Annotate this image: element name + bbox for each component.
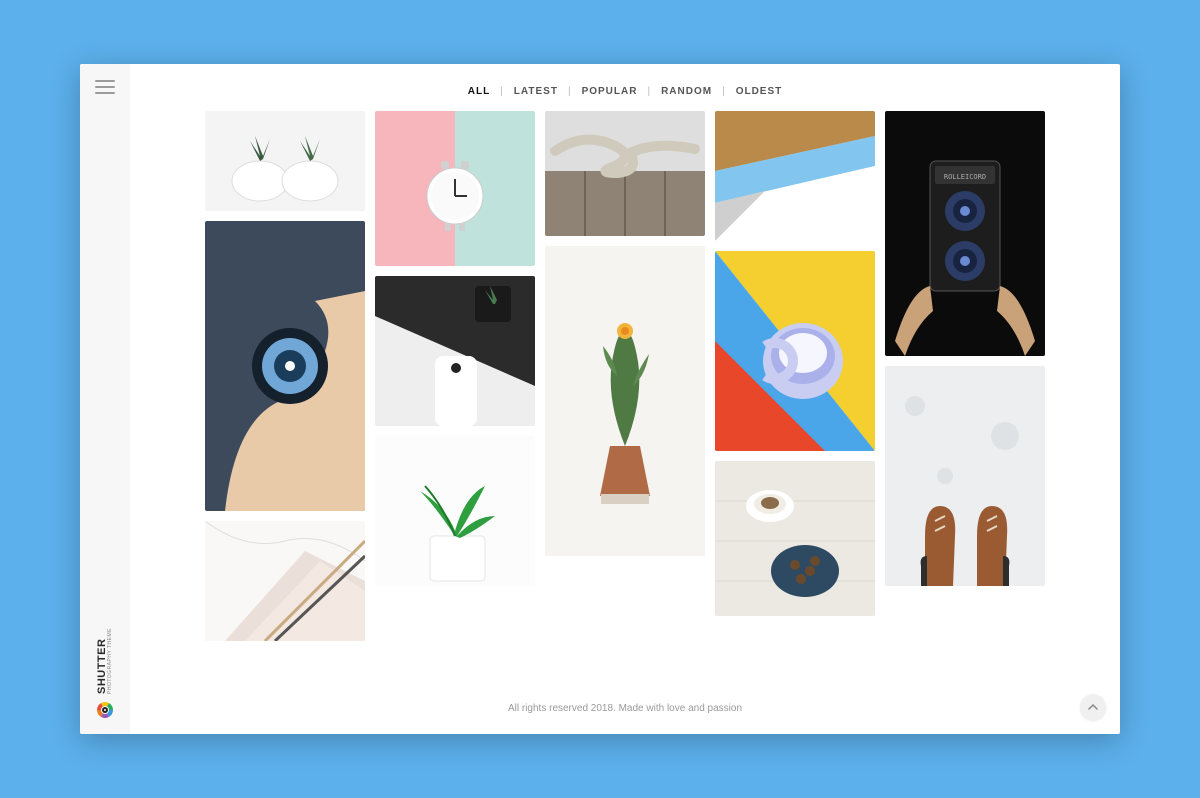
tile-phone-plant-flatlay[interactable]	[375, 276, 535, 426]
separator: |	[722, 86, 726, 97]
filter-random[interactable]: RANDOM	[661, 86, 712, 97]
tile-coffee-nuts-plate[interactable]	[715, 461, 875, 616]
shutter-logo-icon	[95, 700, 115, 720]
footer-text: All rights reserved 2018. Made with love…	[508, 703, 742, 714]
tile-vintage-camera-hands[interactable]: ROLLEICORD	[885, 111, 1045, 356]
gallery-col	[375, 111, 535, 675]
separator: |	[500, 86, 504, 97]
gallery-col	[715, 111, 875, 675]
brand[interactable]: SHUTTER PHOTOGRAPHY THEME	[95, 628, 115, 720]
tile-journals-marble[interactable]	[205, 521, 365, 641]
svg-text:ROLLEICORD: ROLLEICORD	[944, 173, 986, 181]
chevron-up-icon	[1088, 702, 1098, 712]
tile-boots-snow-topdown[interactable]	[885, 366, 1045, 586]
separator: |	[568, 86, 572, 97]
tile-plant-white-pot[interactable]	[375, 436, 535, 586]
gallery-col: ROLLEICORD	[885, 111, 1045, 675]
filter-nav: ALL | LATEST | POPULAR | RANDOM | OLDEST	[130, 64, 1120, 111]
filter-popular[interactable]: POPULAR	[582, 86, 638, 97]
main: ALL | LATEST | POPULAR | RANDOM | OLDEST	[130, 64, 1120, 734]
tile-rope-knot-deck[interactable]	[545, 111, 705, 236]
filter-oldest[interactable]: OLDEST	[736, 86, 783, 97]
brand-tagline: PHOTOGRAPHY THEME	[108, 628, 113, 694]
sidebar: SHUTTER PHOTOGRAPHY THEME	[80, 64, 130, 734]
tile-cup-geometric[interactable]	[715, 251, 875, 451]
gallery-col	[545, 111, 705, 675]
filter-latest[interactable]: LATEST	[514, 86, 558, 97]
footer: All rights reserved 2018. Made with love…	[130, 685, 1120, 734]
tile-cactus-terracotta[interactable]	[545, 246, 705, 556]
tile-watch-hand-navy[interactable]	[205, 221, 365, 511]
gallery-col	[205, 111, 365, 675]
gallery: ROLLEICORD	[130, 111, 1120, 685]
filter-all[interactable]: ALL	[468, 86, 490, 97]
tile-architecture-window[interactable]	[715, 111, 875, 241]
hamburger-icon[interactable]	[95, 80, 115, 94]
scroll-to-top-button[interactable]	[1080, 694, 1106, 720]
tile-alarm-clock-pastel[interactable]	[375, 111, 535, 266]
separator: |	[647, 86, 651, 97]
tile-succulents-pots[interactable]	[205, 111, 365, 211]
app-window: SHUTTER PHOTOGRAPHY THEME ALL | LATEST |…	[80, 64, 1120, 734]
